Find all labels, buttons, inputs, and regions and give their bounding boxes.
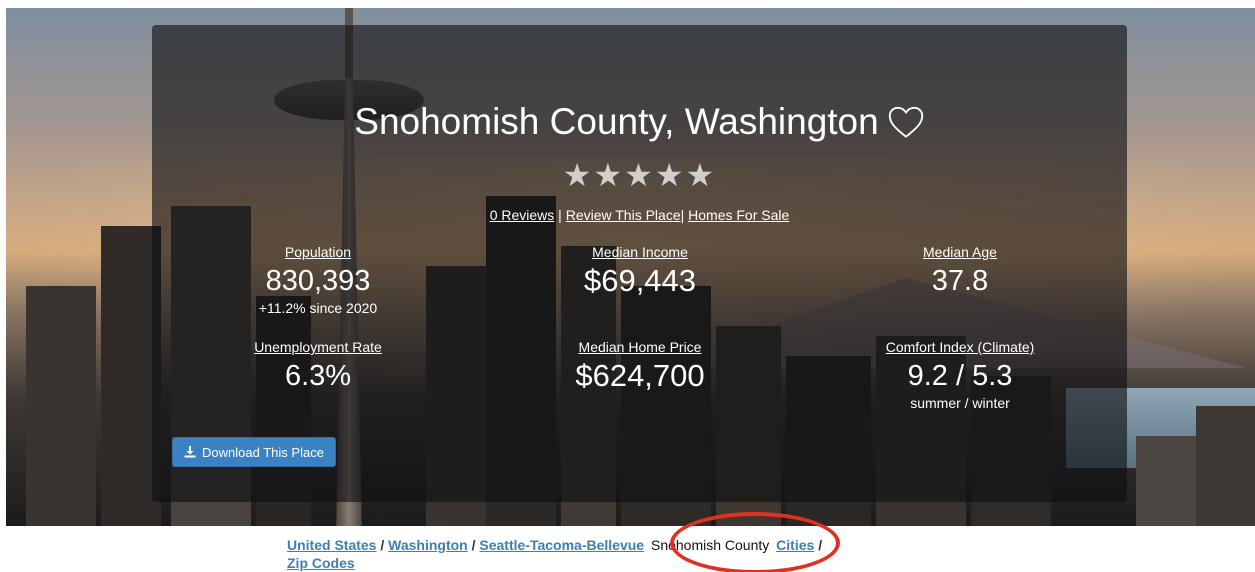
reviews-link[interactable]: 0 Reviews xyxy=(490,207,555,223)
review-links: 0 Reviews | Review This Place| Homes For… xyxy=(152,207,1127,223)
comfort-index-value: 9.2 / 5.3 xyxy=(907,360,1013,392)
population-change: +11.2% since 2020 xyxy=(258,300,378,316)
rating-stars[interactable]: ★★★★★ xyxy=(152,158,1127,192)
breadcrumb-separator: / xyxy=(818,537,823,553)
comfort-index-note: summer / winter xyxy=(910,395,1010,411)
breadcrumb-separator: / xyxy=(380,537,385,553)
stat-median-age: Median Age 37.8 xyxy=(830,244,1090,299)
homes-for-sale-link[interactable]: Homes For Sale xyxy=(688,207,789,223)
stat-comfort-index: Comfort Index (Climate) 9.2 / 5.3 summer… xyxy=(830,339,1090,411)
breadcrumb-current-county: Snohomish County xyxy=(650,537,770,553)
review-this-place-link[interactable]: Review This Place| xyxy=(566,207,685,223)
place-summary-panel: Snohomish County, Washington ★★★★★ 0 Rev… xyxy=(152,25,1127,502)
breadcrumb-washington[interactable]: Washington xyxy=(388,537,468,553)
median-age-label[interactable]: Median Age xyxy=(830,244,1090,260)
breadcrumb-cities[interactable]: Cities xyxy=(776,537,814,553)
download-button-label: Download This Place xyxy=(202,444,324,460)
unemployment-label[interactable]: Unemployment Rate xyxy=(188,339,448,355)
unemployment-value: 6.3% xyxy=(284,360,352,392)
median-home-price-value: $624,700 xyxy=(575,358,705,393)
population-value: 830,393 xyxy=(265,265,371,297)
breadcrumb-seattle-tacoma-bellevue[interactable]: Seattle-Tacoma-Bellevue xyxy=(479,537,644,553)
breadcrumb: United States / Washington / Seattle-Tac… xyxy=(287,536,927,572)
median-income-label[interactable]: Median Income xyxy=(510,244,770,260)
download-icon xyxy=(184,446,196,458)
stat-unemployment: Unemployment Rate 6.3% xyxy=(188,339,448,394)
breadcrumb-zip-codes[interactable]: Zip Codes xyxy=(287,555,355,571)
heart-icon[interactable] xyxy=(887,105,925,139)
population-label[interactable]: Population xyxy=(188,244,448,260)
stat-median-income: Median Income $69,443 xyxy=(510,244,770,299)
stat-median-home-price: Median Home Price $624,700 xyxy=(510,339,770,394)
breadcrumb-united-states[interactable]: United States xyxy=(287,537,376,553)
title-row: Snohomish County, Washington xyxy=(152,99,1127,143)
link-separator: | xyxy=(558,207,562,223)
page-title: Snohomish County, Washington xyxy=(354,101,879,143)
median-income-value: $69,443 xyxy=(583,263,697,298)
breadcrumb-separator: / xyxy=(471,537,476,553)
stat-population: Population 830,393 +11.2% since 2020 xyxy=(188,244,448,316)
download-place-button[interactable]: Download This Place xyxy=(172,437,336,467)
median-home-price-label[interactable]: Median Home Price xyxy=(510,339,770,355)
comfort-index-label[interactable]: Comfort Index (Climate) xyxy=(830,339,1090,355)
median-age-value: 37.8 xyxy=(931,265,989,297)
